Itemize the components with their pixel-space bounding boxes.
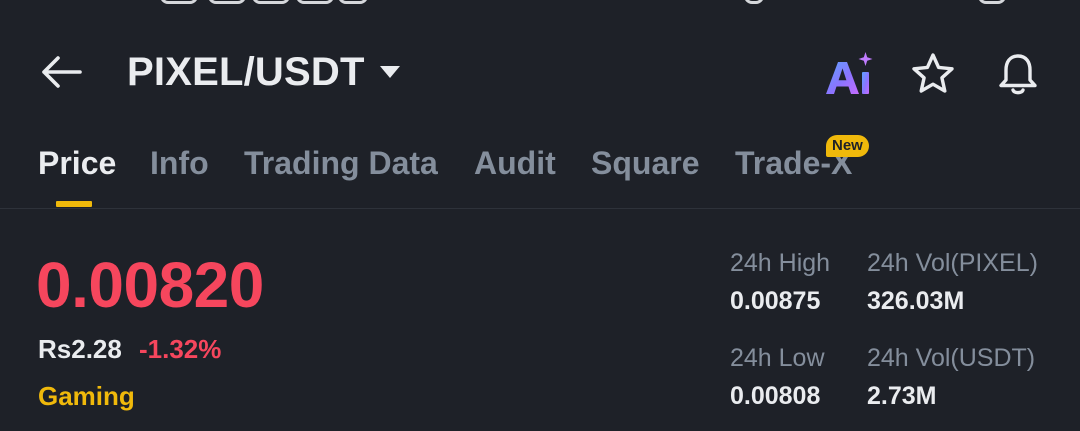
vol-base-label: 24h Vol(PIXEL) — [867, 249, 1038, 277]
favorite-button[interactable] — [908, 50, 958, 98]
battery-icon — [744, 0, 764, 4]
vol-quote-label: 24h Vol(USDT) — [867, 344, 1036, 372]
star-icon — [912, 53, 954, 93]
status-icon — [252, 0, 290, 4]
active-tab-indicator — [56, 201, 92, 207]
low-value: 0.00808 — [730, 382, 821, 410]
back-button[interactable] — [36, 50, 88, 94]
price-change-percent: -1.32% — [139, 334, 222, 364]
tab-audit[interactable]: Audit — [474, 138, 556, 188]
caret-down-icon — [379, 66, 400, 78]
tab-info[interactable]: Info — [150, 138, 209, 188]
new-badge: New — [826, 135, 869, 157]
last-price: 0.00820 — [36, 249, 264, 321]
notification-button[interactable] — [994, 50, 1042, 98]
status-icon — [978, 0, 1006, 4]
status-icon — [208, 0, 246, 4]
pair-selector[interactable]: PIXEL/USDT — [127, 50, 401, 94]
status-icon — [296, 0, 334, 4]
status-icon — [160, 0, 198, 4]
fiat-price: Rs2.28 — [38, 334, 122, 364]
tab-square[interactable]: Square — [591, 138, 699, 188]
header: PIXEL/USDT — [0, 36, 1080, 108]
tab-bar: Price Info Trading Data Audit Square Tra… — [0, 138, 1080, 208]
tab-price[interactable]: Price — [38, 138, 116, 188]
bell-icon — [999, 54, 1037, 95]
category-tag[interactable]: Gaming — [38, 381, 135, 412]
vol-base-value: 326.03M — [867, 287, 965, 315]
status-bar — [0, 0, 1080, 8]
divider — [0, 208, 1080, 209]
pair-title: PIXEL/USDT — [127, 49, 365, 94]
ai-button[interactable] — [822, 50, 876, 98]
back-arrow-icon — [42, 56, 82, 88]
vol-quote-value: 2.73M — [867, 382, 937, 410]
high-label: 24h High — [730, 249, 831, 277]
low-label: 24h Low — [730, 344, 825, 372]
ai-icon — [826, 52, 873, 94]
high-value: 0.00875 — [730, 287, 821, 315]
tab-trading-data[interactable]: Trading Data — [244, 138, 438, 188]
status-icon — [338, 0, 368, 4]
